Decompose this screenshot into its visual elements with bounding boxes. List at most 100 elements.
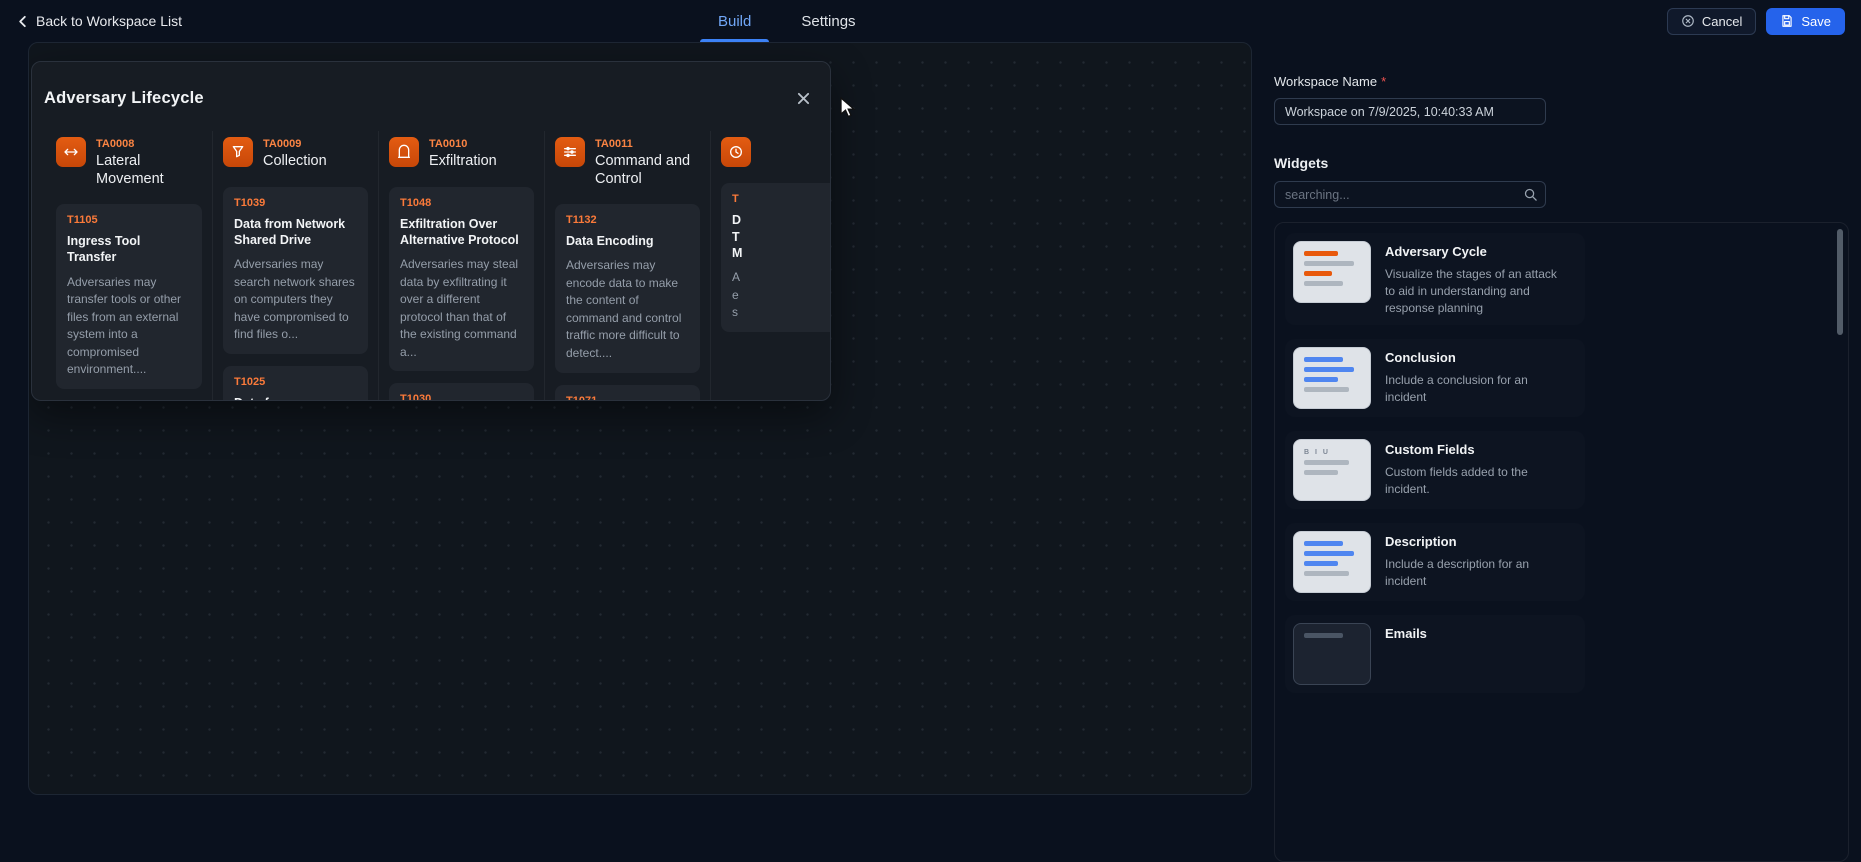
technique-card[interactable]: T D T M A e s xyxy=(721,183,831,331)
tactic-header: TA0008 Lateral Movement xyxy=(56,137,202,188)
tactic-name: Exfiltration xyxy=(429,153,497,170)
save-icon xyxy=(1780,14,1794,28)
back-to-workspace-link[interactable]: Back to Workspace List xyxy=(16,13,182,29)
technique-card[interactable]: T1048 Exfiltration Over Alternative Prot… xyxy=(389,187,534,372)
widget-name: Emails xyxy=(1385,626,1567,641)
technique-id: T1030 xyxy=(400,393,523,401)
tactic-icon-badge xyxy=(389,137,419,167)
tactic-column: TA0009 Collection T1039 Data from Networ… xyxy=(212,131,378,401)
technique-title: Data Encoding xyxy=(566,233,689,249)
technique-id: T xyxy=(732,193,831,205)
cancel-button[interactable]: Cancel xyxy=(1667,8,1756,35)
collection-icon xyxy=(230,144,246,160)
command-and-control-icon xyxy=(562,144,578,160)
widget-thumbnail xyxy=(1293,623,1371,685)
widgets-heading: Widgets xyxy=(1274,155,1849,171)
technique-description: Adversaries may encode data to make the … xyxy=(566,257,689,362)
tactic-icon-badge xyxy=(721,137,751,167)
topbar: Back to Workspace List Build Settings Ca… xyxy=(0,0,1861,42)
chevron-left-icon xyxy=(16,15,29,28)
technique-id: T1039 xyxy=(234,197,357,209)
technique-card-list: T D T M A e s xyxy=(721,183,831,331)
close-widget-button[interactable] xyxy=(793,88,814,109)
widget-description: Include a conclusion for an incident xyxy=(1385,372,1567,406)
main-content: Adversary Lifecycle TA0008 Lateral Movem… xyxy=(0,42,1861,813)
widget-thumbnail xyxy=(1293,531,1371,593)
technique-id: T1132 xyxy=(566,214,689,226)
tactic-icon-badge xyxy=(223,137,253,167)
tactic-icon-badge xyxy=(555,137,585,167)
widget-list-item[interactable]: Conclusion Include a conclusion for an i… xyxy=(1285,339,1585,417)
widget-thumbnail xyxy=(1293,347,1371,409)
widget-description: Custom fields added to the incident. xyxy=(1385,464,1567,498)
tactic-column: TA0011 Command and Control T1132 Data En… xyxy=(544,131,710,401)
tactic-name: Command and Control xyxy=(595,153,700,188)
back-label: Back to Workspace List xyxy=(36,13,182,29)
widget-thumbnail xyxy=(1293,241,1371,303)
tactic-header: TA0009 Collection xyxy=(223,137,368,170)
lateral-movement-icon xyxy=(63,144,79,160)
technique-title: Data from Network Shared Drive xyxy=(234,216,357,249)
technique-description: Adversaries may search network shares on… xyxy=(234,256,357,344)
widget-list-item[interactable]: Adversary Cycle Visualize the stages of … xyxy=(1285,233,1585,325)
search-icon xyxy=(1523,187,1538,202)
widget-search-input[interactable] xyxy=(1274,181,1546,208)
widget-title: Adversary Lifecycle xyxy=(44,89,204,108)
exfiltration-icon xyxy=(396,144,412,160)
workspace-name-input[interactable] xyxy=(1274,98,1546,125)
tab-build[interactable]: Build xyxy=(696,0,773,42)
technique-card[interactable]: T1025 Data from Removable Media xyxy=(223,366,368,401)
widget-name: Custom Fields xyxy=(1385,442,1567,457)
workspace-canvas[interactable]: Adversary Lifecycle TA0008 Lateral Movem… xyxy=(28,42,1252,795)
widget-list-item[interactable]: Description Include a description for an… xyxy=(1285,523,1585,601)
adversary-lifecycle-widget[interactable]: Adversary Lifecycle TA0008 Lateral Movem… xyxy=(31,61,831,401)
technique-card[interactable]: T1071 Application Layer Protocol xyxy=(555,385,700,402)
widget-description: Include a description for an incident xyxy=(1385,556,1567,590)
technique-card[interactable]: T1132 Data Encoding Adversaries may enco… xyxy=(555,204,700,372)
tactic-column: T D T M A e s xyxy=(710,131,831,401)
widget-list-item[interactable]: Emails xyxy=(1285,615,1585,693)
technique-description: Adversaries may transfer tools or other … xyxy=(67,274,191,379)
formatting-icons: B I U xyxy=(1304,449,1360,456)
widget-name: Conclusion xyxy=(1385,350,1567,365)
technique-id: T1025 xyxy=(234,376,357,388)
technique-description: Adversaries may steal data by exfiltrati… xyxy=(400,256,523,361)
tactic-header: TA0011 Command and Control xyxy=(555,137,700,188)
tactic-name: Lateral Movement xyxy=(96,153,202,188)
workspace-name-label: Workspace Name * xyxy=(1274,74,1849,89)
widget-list: Adversary Cycle Visualize the stages of … xyxy=(1285,233,1838,693)
widget-description: Visualize the stages of an attack to aid… xyxy=(1385,266,1567,317)
mouse-cursor xyxy=(839,97,859,119)
tactic-id: TA0009 xyxy=(263,138,327,150)
technique-card-list: T1105 Ingress Tool Transfer Adversaries … xyxy=(56,204,202,401)
technique-card-list: T1039 Data from Network Shared Drive Adv… xyxy=(223,187,368,401)
widget-name: Description xyxy=(1385,534,1567,549)
widget-thumbnail: B I U xyxy=(1293,439,1371,501)
technique-card-list: T1132 Data Encoding Adversaries may enco… xyxy=(555,204,700,401)
technique-id: T1105 xyxy=(67,214,191,226)
save-button[interactable]: Save xyxy=(1766,8,1845,35)
technique-card-list: T1048 Exfiltration Over Alternative Prot… xyxy=(389,187,534,401)
scrollbar-thumb[interactable] xyxy=(1837,229,1843,335)
sidebar: Workspace Name * Widgets Adversary Cycle… xyxy=(1262,42,1861,813)
technique-card[interactable]: T1030 Data Transfer Size Limits xyxy=(389,383,534,401)
technique-title: Data from Removable Media xyxy=(234,395,357,401)
technique-title: Ingress Tool Transfer xyxy=(67,233,191,266)
technique-card[interactable]: T1105 Ingress Tool Transfer Adversaries … xyxy=(56,204,202,389)
tactic-id: TA0008 xyxy=(96,138,202,150)
cancel-circle-x-icon xyxy=(1681,14,1695,28)
technique-description: A e s xyxy=(732,269,831,322)
widget-header: Adversary Lifecycle xyxy=(32,62,830,125)
widgets-scrollbar[interactable] xyxy=(1837,229,1843,855)
tactic-column: TA0010 Exfiltration T1048 Exfiltration O… xyxy=(378,131,544,401)
tactic-id: TA0010 xyxy=(429,138,497,150)
clipped-tactic-icon xyxy=(728,144,744,160)
tactic-header: TA0010 Exfiltration xyxy=(389,137,534,170)
widget-name: Adversary Cycle xyxy=(1385,244,1567,259)
technique-card[interactable]: T1039 Data from Network Shared Drive Adv… xyxy=(223,187,368,354)
topbar-actions: Cancel Save xyxy=(1667,8,1845,35)
technique-title: Exfiltration Over Alternative Protocol xyxy=(400,216,523,249)
widget-list-item[interactable]: B I U Custom Fields Custom fields added … xyxy=(1285,431,1585,509)
widgets-panel: Adversary Cycle Visualize the stages of … xyxy=(1274,222,1849,862)
tab-settings[interactable]: Settings xyxy=(779,0,877,42)
